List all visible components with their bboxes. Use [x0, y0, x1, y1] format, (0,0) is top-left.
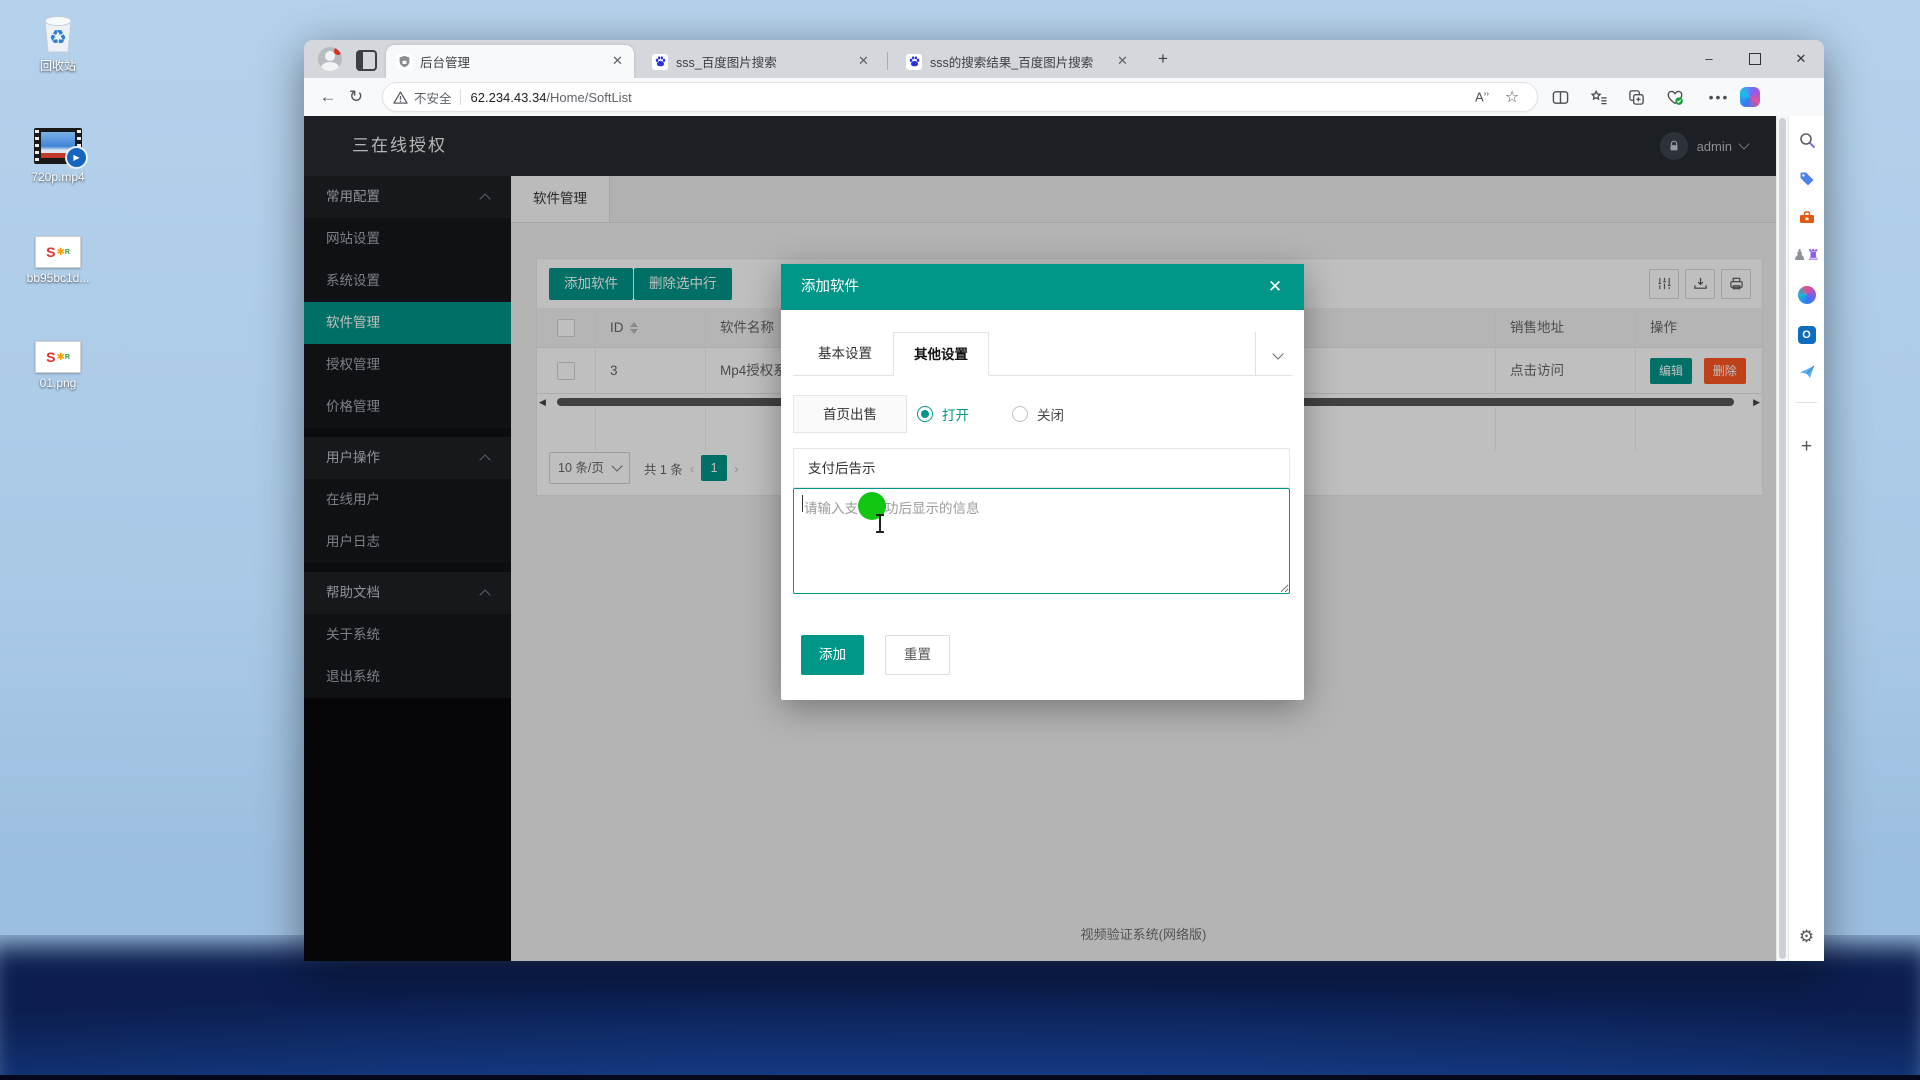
edge-sidebar: ♟♜ O + ⚙ — [1788, 116, 1824, 961]
desktop-icon-label: bb95bc1d... — [10, 271, 106, 285]
modal-tab-strip: 基本设置 其他设置 — [793, 332, 1292, 376]
search-icon[interactable] — [1789, 131, 1824, 149]
browser-essentials-icon[interactable] — [1666, 89, 1696, 106]
refresh-icon[interactable]: ↻ — [342, 87, 370, 107]
modal-tab-basic[interactable]: 基本设置 — [797, 332, 893, 376]
favorite-star-icon[interactable]: ☆ — [1497, 87, 1527, 107]
video-file-icon: ▶ — [34, 128, 82, 164]
text-caret — [802, 495, 803, 512]
desktop-icon-label: 720p.mp4 — [10, 170, 106, 184]
tab-title: sss的搜索结果_百度图片搜索 — [930, 52, 1106, 71]
modal-close-icon[interactable]: ✕ — [1260, 264, 1290, 310]
image-file-icon: S✱R — [35, 341, 81, 373]
modal-tab-other[interactable]: 其他设置 — [893, 332, 989, 376]
tab-title: sss_百度图片搜索 — [676, 52, 847, 71]
radio-selected-icon — [917, 406, 933, 422]
modal-reset-button[interactable]: 重置 — [885, 635, 950, 675]
tab-admin[interactable]: 后台管理 ✕ — [386, 45, 634, 78]
profile-avatar[interactable] — [318, 47, 342, 71]
svg-text:♻: ♻ — [49, 27, 67, 49]
admin-page: 三在线授权 admin 常用配置 网站设置 系统设置 软件管理 授权管理 — [304, 116, 1776, 961]
page-scrollbar[interactable] — [1776, 116, 1788, 961]
notice-label: 支付后告示 — [793, 448, 1290, 488]
browser-tab-strip: 后台管理 ✕ sss_百度图片搜索 ✕ sss的搜索结果_百度图片搜索 ✕ + … — [304, 40, 1824, 78]
baidu-favicon-icon — [906, 54, 922, 70]
tab-divider — [887, 52, 888, 70]
desktop-icon-recycle-bin[interactable]: ♻ 回收站 — [10, 8, 106, 73]
desktop-icon-label: 回收站 — [10, 59, 106, 73]
maximize-button[interactable] — [1732, 40, 1778, 78]
tab-baidu-images[interactable]: sss_百度图片搜索 ✕ — [642, 45, 880, 78]
tab-close-icon[interactable]: ✕ — [1114, 53, 1131, 70]
minimize-button[interactable]: – — [1686, 40, 1732, 78]
desktop-icon-image-1[interactable]: S✱R bb95bc1d... — [10, 236, 106, 285]
collections-icon[interactable] — [1628, 89, 1658, 106]
modal-title: 添加软件 — [801, 279, 859, 295]
more-menu-icon[interactable]: ••• — [1704, 89, 1734, 105]
desktop-icon-video[interactable]: ▶ 720p.mp4 — [10, 128, 106, 184]
games-icon[interactable]: ♟♜ — [1789, 246, 1824, 264]
radio-unselected-icon — [1012, 406, 1028, 422]
back-icon[interactable]: ← — [314, 87, 342, 107]
browser-window: 后台管理 ✕ sss_百度图片搜索 ✕ sss的搜索结果_百度图片搜索 ✕ + … — [304, 40, 1824, 961]
desktop-icon-image-2[interactable]: S✱R 01.png — [10, 341, 106, 390]
read-aloud-icon[interactable]: A›› — [1467, 89, 1497, 104]
homepage-sale-label: 首页出售 — [793, 395, 907, 433]
tab-baidu-results[interactable]: sss的搜索结果_百度图片搜索 ✕ — [896, 45, 1139, 78]
modal-tab-more[interactable] — [1255, 332, 1292, 375]
security-label: 不安全 — [414, 88, 452, 107]
new-tab-button[interactable]: + — [1152, 49, 1174, 71]
address-input[interactable]: 不安全 62.234.43.34 /Home/SoftList A›› ☆ — [382, 82, 1538, 112]
copilot-icon[interactable] — [1740, 87, 1760, 107]
recycle-bin-icon: ♻ — [10, 8, 106, 56]
shield-favicon-icon — [396, 54, 412, 70]
modal-header: 添加软件 ✕ — [781, 264, 1304, 310]
sidebar-divider — [1796, 402, 1817, 403]
close-button[interactable]: ✕ — [1778, 40, 1824, 78]
microsoft-365-icon[interactable] — [1789, 286, 1824, 309]
notification-dot — [334, 47, 342, 55]
media-player-badge-icon: ▶ — [65, 146, 88, 169]
outlook-icon[interactable]: O — [1789, 325, 1824, 344]
tab-close-icon[interactable]: ✕ — [609, 53, 626, 70]
split-screen-icon[interactable] — [1552, 89, 1582, 106]
favorites-bar-icon[interactable] — [1590, 89, 1620, 106]
baidu-favicon-icon — [652, 54, 668, 70]
add-software-modal: 添加软件 ✕ 基本设置 其他设置 首页出售 打开 关闭 支付后告示 — [781, 264, 1304, 700]
tab-search-icon[interactable] — [356, 50, 377, 71]
ibeam-cursor — [876, 514, 884, 533]
url-host: 62.234.43.34 — [471, 90, 547, 105]
tab-close-icon[interactable]: ✕ — [855, 53, 872, 70]
radio-close[interactable]: 关闭 — [1012, 395, 1064, 433]
insecure-warning-icon — [393, 90, 408, 105]
scrollbar-thumb[interactable] — [1779, 118, 1786, 959]
radio-open[interactable]: 打开 — [917, 395, 969, 433]
toolbox-icon[interactable] — [1789, 209, 1824, 227]
shopping-icon[interactable] — [1789, 170, 1824, 188]
desktop-icon-label: 01.png — [10, 376, 106, 390]
modal-submit-button[interactable]: 添加 — [801, 635, 864, 675]
url-path: /Home/SoftList — [546, 90, 631, 105]
tab-title: 后台管理 — [420, 52, 601, 71]
settings-gear-icon[interactable]: ⚙ — [1789, 927, 1824, 947]
image-file-icon: S✱R — [35, 236, 81, 268]
drop-icon[interactable] — [1789, 363, 1824, 381]
address-bar: ← ↻ 不安全 62.234.43.34 /Home/SoftList A›› … — [304, 78, 1824, 116]
add-sidebar-item-icon[interactable]: + — [1789, 436, 1824, 458]
